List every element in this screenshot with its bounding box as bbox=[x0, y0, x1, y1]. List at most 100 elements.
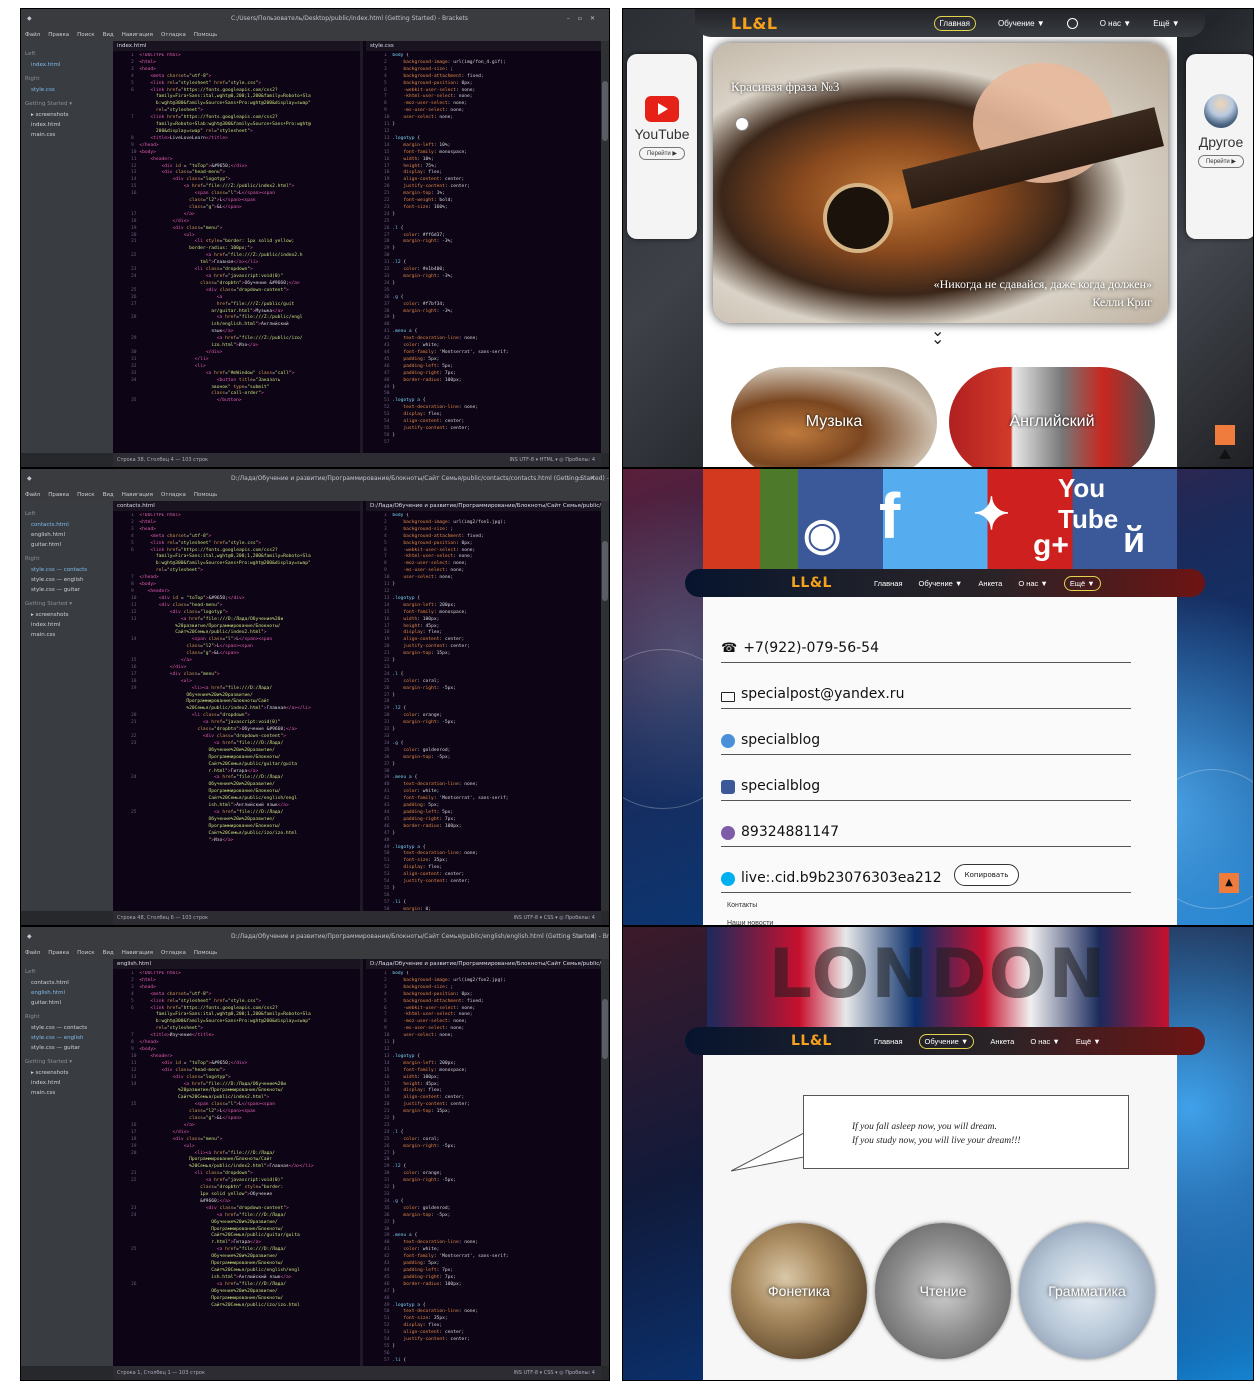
working-file[interactable]: style.css — guitar bbox=[25, 585, 109, 595]
contact-value[interactable]: specialpost@yandex.ru bbox=[741, 686, 904, 702]
contact-value[interactable]: specialblog bbox=[741, 778, 820, 794]
working-file[interactable]: contacts.html bbox=[25, 978, 109, 988]
site-logo[interactable]: LL&L bbox=[791, 1033, 832, 1049]
window-controls[interactable]: –▫✕ bbox=[567, 469, 603, 489]
menu-find[interactable]: Поиск bbox=[77, 492, 94, 498]
nav-more[interactable]: Ещё ▼ bbox=[1063, 575, 1101, 591]
working-file[interactable]: style.css bbox=[25, 85, 109, 95]
working-file[interactable]: contacts.html bbox=[25, 520, 109, 530]
circle-reading[interactable]: Чтение bbox=[875, 1223, 1011, 1359]
menu-navigate[interactable]: Навигация bbox=[122, 950, 153, 956]
tile-english[interactable]: Английский bbox=[949, 367, 1155, 467]
code-view[interactable]: 1 <!DOCTYPE html> 2 <html> 3 <head> 4 <m… bbox=[113, 513, 360, 911]
contact-value[interactable]: +7(922)-079-56-54 bbox=[743, 640, 879, 656]
project-tree-item[interactable]: ▸ screenshots bbox=[25, 610, 109, 620]
phone-call-icon[interactable] bbox=[1066, 17, 1078, 29]
menu-view[interactable]: Вид bbox=[103, 950, 114, 956]
scrollbar-thumb[interactable] bbox=[602, 81, 608, 141]
contact-value[interactable]: live:.cid.b9b23076303ea212 bbox=[741, 870, 942, 886]
working-file[interactable]: style.css — contacts bbox=[25, 1023, 109, 1033]
to-top-button[interactable] bbox=[1215, 425, 1235, 445]
footer-link[interactable]: Контакты bbox=[727, 897, 773, 915]
project-name[interactable]: Getting Started ▾ bbox=[25, 601, 109, 607]
menu-file[interactable]: Файл bbox=[25, 492, 40, 498]
menu-help[interactable]: Помощь bbox=[194, 492, 217, 498]
file-tab[interactable]: D:/Лада/Обучение и развитие/Программиров… bbox=[366, 959, 601, 969]
nav-survey[interactable]: Анкета bbox=[978, 579, 1002, 588]
project-tree-item[interactable]: main.css bbox=[25, 130, 109, 140]
menu-help[interactable]: Помощь bbox=[194, 950, 217, 956]
working-file[interactable]: english.html bbox=[25, 988, 109, 998]
window-controls[interactable]: –▫✕ bbox=[567, 9, 603, 29]
status-info[interactable]: INS UTF-8 ▾ CSS ▾ ◎ Пробелы: 4 bbox=[514, 1366, 595, 1380]
left-code-pane[interactable]: contacts.html 1 <!DOCTYPE html> 2 <html>… bbox=[113, 501, 363, 911]
go-button[interactable]: Перейти ▶ bbox=[1197, 155, 1245, 168]
menu-view[interactable]: Вид bbox=[103, 492, 114, 498]
left-code-pane[interactable]: english.html 1 <!DOCTYPE html> 2 <html> … bbox=[113, 959, 363, 1366]
right-code-pane[interactable]: D:/Лада/Обучение и развитие/Программиров… bbox=[366, 501, 601, 911]
menu-file[interactable]: Файл bbox=[25, 950, 40, 956]
file-tab[interactable]: contacts.html bbox=[113, 501, 360, 511]
nav-survey[interactable]: Анкета bbox=[990, 1037, 1014, 1046]
menu-find[interactable]: Поиск bbox=[77, 32, 94, 38]
status-info[interactable]: INS UTF-8 ▾ HTML ▾ ◎ Пробелы: 4 bbox=[509, 453, 595, 467]
working-file[interactable]: index.html bbox=[25, 60, 109, 70]
working-file[interactable]: style.css — contacts bbox=[25, 565, 109, 575]
nav-home[interactable]: Главная bbox=[874, 1037, 903, 1046]
project-tree-item[interactable]: index.html bbox=[25, 120, 109, 130]
working-file[interactable]: style.css — guitar bbox=[25, 1043, 109, 1053]
menu-file[interactable]: Файл bbox=[25, 32, 40, 38]
code-view[interactable]: 1 <!DOCTYPE html> 2 <html> 3 <head> 4 <m… bbox=[113, 53, 360, 453]
scroll-down-icon[interactable]: ⌄ ⌄ bbox=[931, 323, 944, 347]
menu-debug[interactable]: Отладка bbox=[161, 492, 186, 498]
project-name[interactable]: Getting Started ▾ bbox=[25, 1059, 109, 1065]
file-tab[interactable]: english.html bbox=[113, 959, 360, 969]
project-tree-item[interactable]: ▸ screenshots bbox=[25, 110, 109, 120]
go-button[interactable]: Перейти ▶ bbox=[638, 147, 686, 160]
project-tree-item[interactable]: index.html bbox=[25, 620, 109, 630]
scrollbar-thumb[interactable] bbox=[602, 999, 608, 1059]
window-controls[interactable]: –▫✕ bbox=[567, 927, 603, 947]
menu-find[interactable]: Поиск bbox=[77, 950, 94, 956]
nav-home[interactable]: Главная bbox=[874, 579, 903, 588]
status-info[interactable]: INS UTF-8 ▾ CSS ▾ ◎ Пробелы: 4 bbox=[514, 911, 595, 925]
to-top-button[interactable]: ▲ bbox=[1219, 873, 1239, 893]
working-file[interactable]: style.css — english bbox=[25, 1033, 109, 1043]
menu-navigate[interactable]: Навигация bbox=[122, 492, 153, 498]
nav-about[interactable]: О нас ▼ bbox=[1030, 1037, 1060, 1046]
nav-home[interactable]: Главная bbox=[933, 15, 976, 31]
project-tree-item[interactable]: index.html bbox=[25, 1078, 109, 1088]
menu-edit[interactable]: Правка bbox=[48, 950, 69, 956]
file-tab[interactable]: D:/Лада/Обучение и развитие/Программиров… bbox=[366, 501, 601, 511]
footer-link[interactable]: Наши новости bbox=[727, 915, 773, 925]
contact-value[interactable]: 89324881147 bbox=[741, 824, 839, 840]
nav-about[interactable]: О нас ▼ bbox=[1018, 579, 1048, 588]
nav-learning[interactable]: Обучение ▼ bbox=[998, 19, 1045, 28]
menu-help[interactable]: Помощь bbox=[194, 32, 217, 38]
contact-value[interactable]: specialblog bbox=[741, 732, 820, 748]
menu-edit[interactable]: Правка bbox=[48, 32, 69, 38]
menu-edit[interactable]: Правка bbox=[48, 492, 69, 498]
file-tab[interactable]: style.css bbox=[366, 41, 601, 51]
file-tab[interactable]: index.html bbox=[113, 41, 360, 51]
working-file[interactable]: style.css — english bbox=[25, 575, 109, 585]
nav-more[interactable]: Ещё ▼ bbox=[1076, 1037, 1101, 1046]
hero-slider[interactable]: Красивая фраза №3 «Никогда не сдавайся, … bbox=[713, 43, 1168, 323]
nav-learning[interactable]: Обучение ▼ bbox=[919, 579, 963, 588]
right-code-pane[interactable]: D:/Лада/Обучение и развитие/Программиров… bbox=[366, 959, 601, 1366]
left-code-pane[interactable]: index.html 1 <!DOCTYPE html> 2 <html> 3 … bbox=[113, 41, 363, 453]
menu-debug[interactable]: Отладка bbox=[161, 950, 186, 956]
copy-button[interactable]: Копировать bbox=[953, 864, 1020, 886]
scrollbar-thumb[interactable] bbox=[602, 541, 608, 601]
code-view[interactable]: 1 body { 2 background-image: url(img2/fo… bbox=[366, 513, 601, 911]
project-name[interactable]: Getting Started ▾ bbox=[25, 101, 109, 107]
project-tree-item[interactable]: ▸ screenshots bbox=[25, 1068, 109, 1078]
menu-view[interactable]: Вид bbox=[103, 32, 114, 38]
menu-debug[interactable]: Отладка bbox=[161, 32, 186, 38]
code-view[interactable]: 1 <!DOCTYPE html> 2 <html> 3 <head> 4 <m… bbox=[113, 971, 360, 1366]
project-tree-item[interactable]: main.css bbox=[25, 630, 109, 640]
nav-about[interactable]: О нас ▼ bbox=[1100, 19, 1131, 28]
nav-more[interactable]: Ещё ▼ bbox=[1153, 19, 1180, 28]
working-file[interactable]: guitar.html bbox=[25, 540, 109, 550]
nav-learning[interactable]: Обучение ▼ bbox=[918, 1033, 975, 1049]
